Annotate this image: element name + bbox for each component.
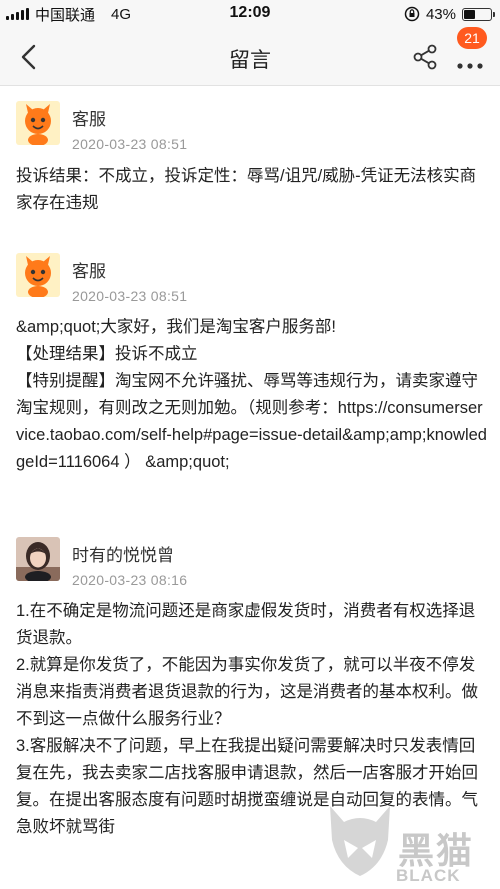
taobao-mascot-icon <box>16 101 60 145</box>
message-line: 1.在不确定是物流问题还是商家虚假发货时，消费者有权选择退货退款。 <box>16 602 476 647</box>
message-body: &amp;quot;大家好，我们是淘宝客户服务部! 【处理结果】投诉不成立 【特… <box>16 314 488 476</box>
avatar[interactable] <box>16 101 60 145</box>
avatar[interactable] <box>16 537 60 581</box>
message-line: 【处理结果】投诉不成立 <box>16 345 198 363</box>
message-body: 投诉结果：不成立，投诉定性：辱骂/诅咒/威胁-凭证无法核实商家存在违规 <box>16 163 488 217</box>
timestamp: 2020-03-23 08:51 <box>72 288 188 304</box>
watermark-subtext: BLACK CAT <box>396 866 461 889</box>
message-line: 2.就算是你发货了，不能因为事实你发货了，就可以半夜不停发消息来指责消费者退货退… <box>16 656 478 728</box>
battery-icon <box>462 7 495 21</box>
share-icon[interactable] <box>408 40 442 74</box>
message-line: 投诉结果：不成立，投诉定性：辱骂/诅咒/威胁-凭证无法核实商家存在违规 <box>16 167 477 212</box>
status-right: 43% <box>404 0 495 28</box>
message-line: &amp;quot;大家好，我们是淘宝客户服务部! <box>16 318 336 336</box>
avatar[interactable] <box>16 253 60 297</box>
notification-badge[interactable]: 21 <box>457 27 487 49</box>
orientation-lock-icon <box>404 6 420 22</box>
timestamp: 2020-03-23 08:16 <box>72 572 188 588</box>
status-bar: 中国联通 4G 12:09 43% <box>0 0 500 28</box>
taobao-mascot-icon <box>16 253 60 297</box>
author-name: 客服 <box>72 262 106 281</box>
battery-percent: 43% <box>425 5 456 23</box>
user-avatar-icon <box>16 537 60 581</box>
author-name: 客服 <box>72 110 106 129</box>
message-line: 【特别提醒】淘宝网不允许骚扰、辱骂等违规行为，请卖家遵守淘宝规则，有则改之无则加… <box>16 372 487 471</box>
nav-bar: 留言 <box>0 28 500 86</box>
battery-fill <box>464 9 476 19</box>
author-name: 时有的悦悦曾 <box>72 546 174 565</box>
timestamp: 2020-03-23 08:51 <box>72 136 188 152</box>
